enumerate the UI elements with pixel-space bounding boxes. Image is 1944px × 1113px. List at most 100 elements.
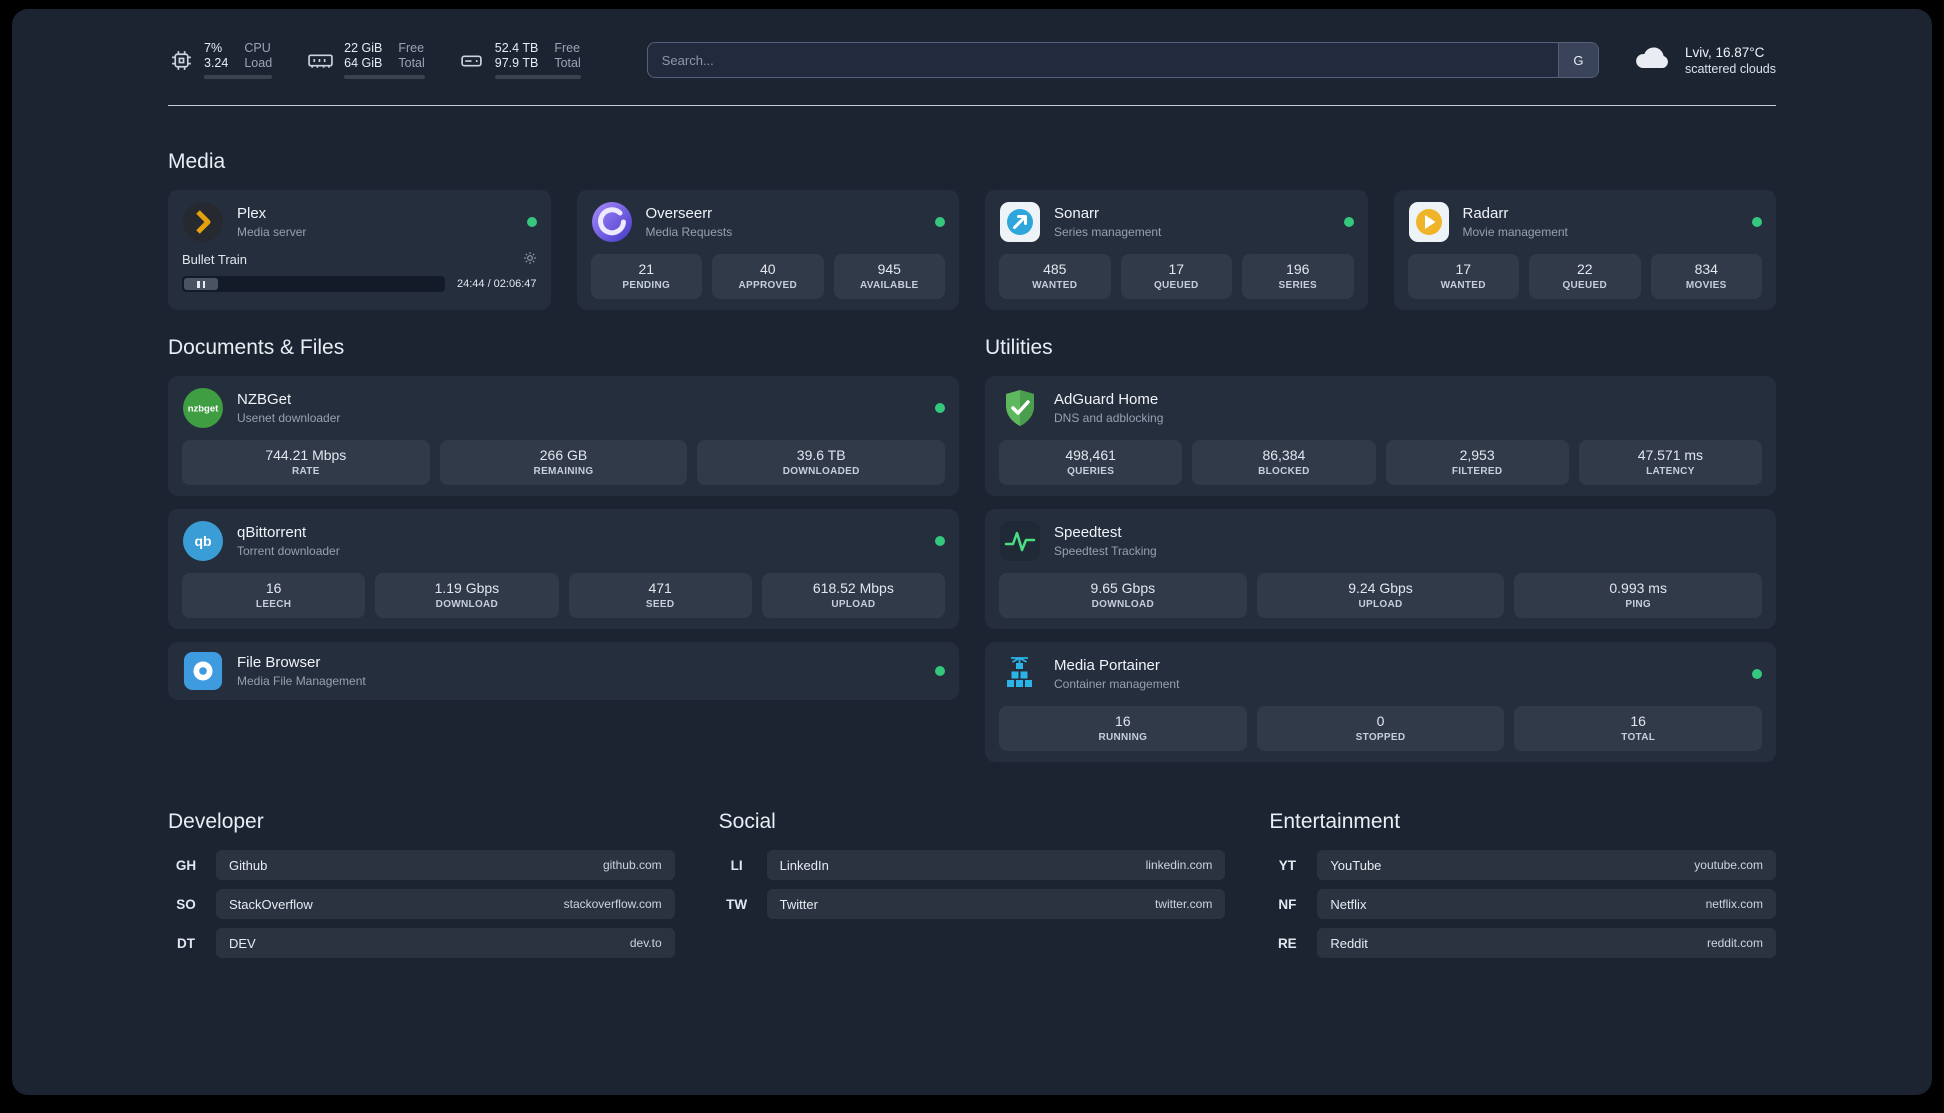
bookmark-github: GH Github github.com bbox=[168, 850, 675, 880]
service-subtitle: Speedtest Tracking bbox=[1054, 544, 1157, 558]
stat-filtered: 2,953 FILTERED bbox=[1385, 440, 1569, 485]
stat-downloaded: 39.6 TB DOWNLOADED bbox=[697, 440, 946, 485]
cpu-icon bbox=[168, 47, 194, 73]
pause-button[interactable] bbox=[184, 278, 218, 290]
utilities-column: Utilities AdGuard Home DNS and adblockin… bbox=[985, 336, 1776, 762]
stat-wanted: 485 WANTED bbox=[999, 254, 1111, 299]
playback-progress-bar[interactable] bbox=[182, 276, 445, 292]
service-card-radarr[interactable]: Radarr Movie management 17 WANTED 22 QUEUE… bbox=[1393, 190, 1776, 310]
bookmark-link[interactable]: DEV dev.to bbox=[216, 928, 675, 958]
service-card-overseerr[interactable]: Overseerr Media Requests 21 PENDING 40 APP… bbox=[576, 190, 959, 310]
stat-blocked: 86,384 BLOCKED bbox=[1192, 440, 1376, 485]
stat-rate: 744.21 Mbps RATE bbox=[182, 440, 430, 485]
disk-free-label: Free bbox=[554, 41, 581, 55]
bookmark-netflix: NF Netflix netflix.com bbox=[1269, 889, 1776, 919]
bookmark-link[interactable]: Twitter twitter.com bbox=[766, 889, 1226, 919]
stat-ping: 0.993 ms PING bbox=[1514, 573, 1763, 618]
service-subtitle: Usenet downloader bbox=[237, 411, 341, 425]
service-subtitle: Movie management bbox=[1462, 225, 1568, 239]
svg-text:qb: qb bbox=[194, 533, 211, 549]
bookmark-group-developer: Developer GH Github github.com SO StackO… bbox=[168, 810, 675, 958]
service-card-adguard[interactable]: AdGuard Home DNS and adblocking 498,461 Q… bbox=[985, 376, 1776, 496]
service-card-nzbget[interactable]: nzbget NZBGet Usenet downloader 744.21 M… bbox=[168, 376, 959, 496]
ram-free-label: Free bbox=[398, 41, 425, 55]
section-title-media: Media bbox=[168, 150, 226, 173]
stat-latency: 47.571 ms LATENCY bbox=[1578, 440, 1762, 485]
stat-approved: 40 APPROVED bbox=[712, 254, 824, 299]
stat-series: 196 SERIES bbox=[1242, 254, 1354, 299]
filebrowser-icon bbox=[182, 650, 224, 692]
ram-total-value: 64 GiB bbox=[344, 56, 383, 70]
cpu-percent: 7% bbox=[204, 41, 223, 55]
ram-total-label: Total bbox=[398, 56, 425, 70]
service-name: Speedtest bbox=[1054, 524, 1122, 541]
bookmark-abbr: DT bbox=[177, 935, 195, 951]
bookmark-link[interactable]: YouTube youtube.com bbox=[1317, 850, 1776, 880]
status-dot bbox=[1752, 217, 1762, 227]
service-card-plex[interactable]: Plex Media server Bullet Train 24:44 / 0… bbox=[168, 190, 551, 310]
plex-now-playing: Bullet Train 24:44 / 02:06:47 bbox=[182, 251, 537, 292]
bookmark-link[interactable]: Reddit reddit.com bbox=[1317, 928, 1776, 958]
stat-download: 9.65 Gbps DOWNLOAD bbox=[999, 573, 1247, 618]
status-bar: 7% CPU 3.24 Load 22 GiB Free 64 GiB Tota… bbox=[168, 39, 1776, 81]
search-input[interactable] bbox=[647, 43, 1558, 77]
service-subtitle: Media Requests bbox=[645, 225, 733, 239]
service-card-filebrowser[interactable]: File Browser Media File Management bbox=[168, 642, 959, 700]
search-provider-button[interactable]: G bbox=[1557, 43, 1598, 77]
nzbget-icon: nzbget bbox=[182, 387, 224, 429]
bookmark-youtube: YT YouTube youtube.com bbox=[1269, 850, 1776, 880]
documents-column: Documents & Files nzbget NZBGet Usenet d… bbox=[168, 336, 959, 700]
header-divider bbox=[168, 105, 1776, 106]
media-grid: Plex Media server Bullet Train 24:44 / 0… bbox=[168, 190, 1776, 310]
cloud-icon bbox=[1631, 43, 1673, 78]
bookmark-reddit: RE Reddit reddit.com bbox=[1269, 928, 1776, 958]
bookmark-abbr: YT bbox=[1278, 857, 1296, 873]
bookmark-link[interactable]: Github github.com bbox=[216, 850, 675, 880]
weather-condition: scattered clouds bbox=[1684, 61, 1776, 76]
service-card-portainer[interactable]: Media Portainer Container management 16 R… bbox=[985, 642, 1776, 762]
bookmark-link[interactable]: Netflix netflix.com bbox=[1317, 889, 1776, 919]
cpu-metric: 7% CPU 3.24 Load bbox=[168, 41, 273, 79]
bookmark-link[interactable]: LinkedIn linkedin.com bbox=[766, 850, 1226, 880]
service-subtitle: Torrent downloader bbox=[237, 544, 340, 558]
bookmark-abbr: GH bbox=[175, 857, 197, 873]
disk-metric: 52.4 TB Free 97.9 TB Total bbox=[459, 41, 581, 79]
status-dot bbox=[935, 403, 945, 413]
ram-icon bbox=[306, 47, 334, 73]
ram-free-value: 22 GiB bbox=[344, 41, 383, 55]
bookmark-linkedin: LI LinkedIn linkedin.com bbox=[719, 850, 1226, 880]
service-name: AdGuard Home bbox=[1054, 391, 1159, 408]
ram-metric: 22 GiB Free 64 GiB Total bbox=[306, 41, 425, 79]
service-card-qbittorrent[interactable]: qb qBittorrent Torrent downloader 16 LEEC… bbox=[168, 509, 959, 629]
ram-progress-bar bbox=[344, 75, 425, 79]
status-dot bbox=[935, 666, 945, 676]
dashboard-page: 7% CPU 3.24 Load 22 GiB Free 64 GiB Tota… bbox=[12, 9, 1932, 1095]
playback-time: 24:44 / 02:06:47 bbox=[456, 278, 537, 290]
status-dot bbox=[935, 536, 945, 546]
bookmark-dev: DT DEV dev.to bbox=[168, 928, 675, 958]
radarr-icon bbox=[1408, 201, 1450, 243]
bookmark-abbr: NF bbox=[1278, 896, 1297, 912]
stat-queued: 17 QUEUED bbox=[1120, 254, 1232, 299]
qbittorrent-icon: qb bbox=[182, 520, 224, 562]
stat-remaining: 266 GB REMAINING bbox=[439, 440, 688, 485]
section-title-documents: Documents & Files bbox=[168, 336, 345, 359]
service-card-sonarr[interactable]: Sonarr Series management 485 WANTED 17 QUE… bbox=[985, 190, 1368, 310]
service-name: NZBGet bbox=[237, 391, 292, 408]
bookmark-group-social: Social LI LinkedIn linkedin.com TW Twitt… bbox=[719, 810, 1226, 958]
cpu-load-label: Load bbox=[244, 56, 273, 70]
stat-pending: 21 PENDING bbox=[590, 254, 702, 299]
service-name: Plex bbox=[237, 205, 267, 222]
stat-upload: 618.52 Mbps UPLOAD bbox=[761, 573, 945, 618]
bookmark-abbr: RE bbox=[1277, 935, 1297, 951]
bookmark-link[interactable]: StackOverflow stackoverflow.com bbox=[216, 889, 675, 919]
stat-queued: 22 QUEUED bbox=[1529, 254, 1641, 299]
gear-icon[interactable] bbox=[523, 251, 537, 268]
overseerr-icon bbox=[591, 201, 633, 243]
portainer-icon bbox=[999, 653, 1041, 695]
cpu-load-value: 3.24 bbox=[204, 56, 229, 70]
stat-available: 945 AVAILABLE bbox=[833, 254, 945, 299]
stat-stopped: 0 STOPPED bbox=[1256, 706, 1505, 751]
service-subtitle: Series management bbox=[1054, 225, 1162, 239]
service-card-speedtest[interactable]: Speedtest Speedtest Tracking 9.65 Gbps DO… bbox=[985, 509, 1776, 629]
